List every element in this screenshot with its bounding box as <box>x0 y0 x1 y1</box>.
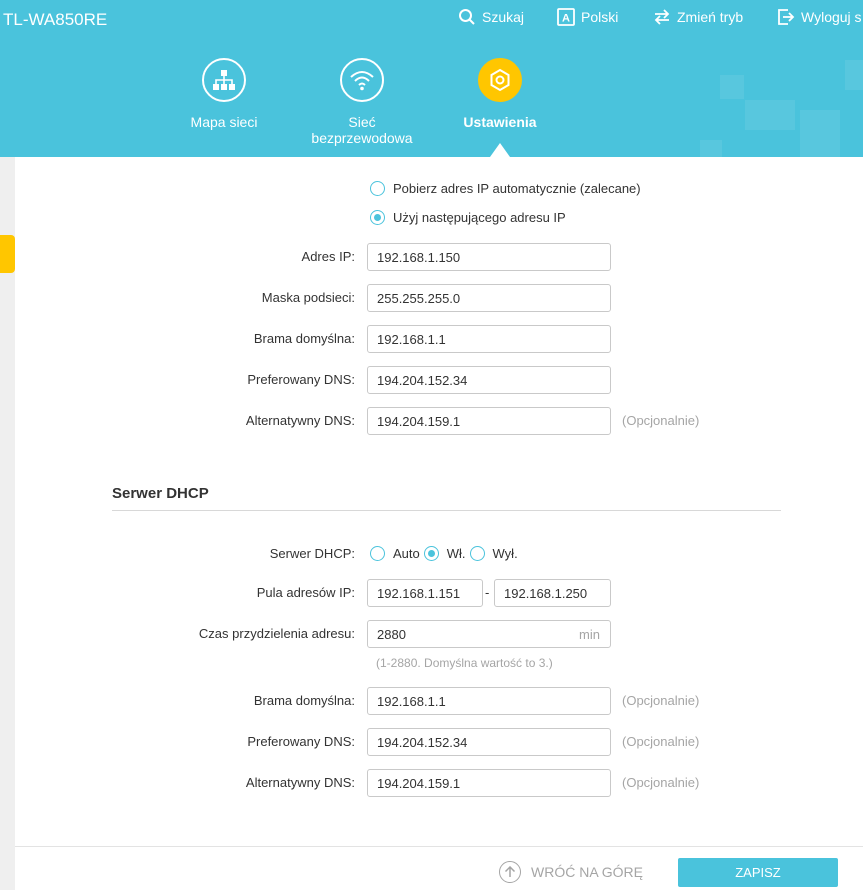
gateway-input[interactable]: 192.168.1.1 <box>367 325 611 353</box>
switch-mode-label: Zmień tryb <box>677 9 744 25</box>
dhcp-off-label: Wył. <box>492 546 518 561</box>
dhcp-alternate-dns-label: Alternatywny DNS: <box>245 775 355 790</box>
active-tab-indicator <box>490 143 510 157</box>
search-label: Szukaj <box>482 9 525 25</box>
alternate-dns-optional: (Opcjonalnie) <box>622 413 700 428</box>
nav-wireless-label: Sieć bezprzewodowa <box>311 114 413 146</box>
search-icon <box>459 9 475 25</box>
preferred-dns-label: Preferowany DNS: <box>247 372 355 387</box>
settings-panel: Pobierz adres IP automatycznie (zalecane… <box>15 157 863 890</box>
lease-time-unit: min <box>579 627 600 642</box>
switch-mode-button[interactable]: Zmień tryb <box>653 8 743 26</box>
lease-time-row: Czas przydzielenia adresu: 2880 min <box>15 620 863 648</box>
gateway-label: Brama domyślna: <box>253 331 355 346</box>
language-button[interactable]: A Polski <box>557 8 618 26</box>
subnet-mask-input[interactable]: 255.255.255.0 <box>367 284 611 312</box>
search-button[interactable]: Szukaj <box>458 8 524 26</box>
nav-wireless[interactable]: Sieć bezprzewodowa <box>297 58 427 146</box>
settings-gear-icon <box>490 68 510 92</box>
subnet-mask-row: Maska podsieci: 255.255.255.0 <box>15 284 863 312</box>
network-map-icon <box>213 70 235 90</box>
logout-label: Wyloguj s <box>801 9 862 25</box>
dhcp-on-label: Wł. <box>446 546 466 561</box>
dhcp-alternate-dns-optional: (Opcjonalnie) <box>622 775 700 790</box>
ip-pool-row: Pula adresów IP: 192.168.1.151 - 192.168… <box>15 579 863 607</box>
dhcp-preferred-dns-label: Preferowany DNS: <box>247 734 355 749</box>
dhcp-off-radio[interactable] <box>469 546 485 561</box>
dhcp-auto-label: Auto <box>393 546 420 561</box>
ip-pool-label: Pula adresów IP: <box>256 585 355 600</box>
header: TL-WA850RE Szukaj A Polski Zmień tryb Wy… <box>0 0 863 157</box>
dhcp-on-radio[interactable] <box>423 546 439 561</box>
dhcp-gateway-input[interactable]: 192.168.1.1 <box>367 687 611 715</box>
lease-time-input[interactable]: 2880 min <box>367 620 611 648</box>
ip-manual-radio[interactable] <box>370 210 385 225</box>
preferred-dns-row: Preferowany DNS: 194.204.152.34 <box>15 366 863 394</box>
alternate-dns-input[interactable]: 194.204.159.1 <box>367 407 611 435</box>
svg-text:A: A <box>562 13 570 25</box>
dhcp-alternate-dns-input[interactable]: 194.204.159.1 <box>367 769 611 797</box>
ip-manual-option[interactable]: Użyj następującego adresu IP <box>370 210 566 225</box>
switch-mode-icon <box>654 9 670 25</box>
dhcp-mode-options: Auto Wł. Wył. <box>370 546 518 561</box>
arrow-up-icon <box>499 861 521 883</box>
dhcp-server-row: Serwer DHCP: Auto Wł. Wył. <box>15 540 863 568</box>
preferred-dns-input[interactable]: 194.204.152.34 <box>367 366 611 394</box>
lease-time-value: 2880 <box>377 627 406 642</box>
sidebar-toggle-tab[interactable] <box>0 235 15 273</box>
wifi-icon <box>350 71 374 91</box>
ip-auto-radio[interactable] <box>370 181 385 196</box>
dhcp-auto-radio[interactable] <box>370 546 385 561</box>
nav-settings-label: Ustawienia <box>463 114 537 130</box>
section-divider <box>112 510 781 511</box>
device-model: TL-WA850RE <box>3 10 108 29</box>
dhcp-preferred-dns-optional: (Opcjonalnie) <box>622 734 700 749</box>
dhcp-preferred-dns-row: Preferowany DNS: 194.204.152.34 (Opcjona… <box>15 728 863 756</box>
dhcp-section-title: Serwer DHCP <box>112 485 209 502</box>
lease-time-label: Czas przydzielenia adresu: <box>198 626 355 641</box>
dhcp-gateway-row: Brama domyślna: 192.168.1.1 (Opcjonalnie… <box>15 687 863 715</box>
ip-auto-option[interactable]: Pobierz adres IP automatycznie (zalecane… <box>370 181 641 196</box>
ip-address-input[interactable]: 192.168.1.150 <box>367 243 611 271</box>
nav-settings[interactable]: Ustawienia <box>435 58 565 130</box>
ip-pool-start-input[interactable]: 192.168.1.151 <box>367 579 483 607</box>
ip-pool-end-input[interactable]: 192.168.1.250 <box>494 579 611 607</box>
ip-manual-label: Użyj następującego adresu IP <box>393 210 566 225</box>
lease-time-hint: (1-2880. Domyślna wartość to 3.) <box>376 656 553 670</box>
gateway-row: Brama domyślna: 192.168.1.1 <box>15 325 863 353</box>
ip-auto-label: Pobierz adres IP automatycznie (zalecane… <box>393 181 641 196</box>
language-label: Polski <box>581 9 619 25</box>
save-button[interactable]: ZAPISZ <box>678 858 838 887</box>
language-icon: A <box>557 8 575 26</box>
logout-button[interactable]: Wyloguj s <box>777 8 862 26</box>
back-to-top-button[interactable]: WRÓĆ NA GÓRĘ <box>499 861 643 883</box>
dhcp-gateway-optional: (Opcjonalnie) <box>622 693 700 708</box>
nav-network-map-label: Mapa sieci <box>190 114 258 130</box>
logout-icon <box>778 9 795 25</box>
alternate-dns-row: Alternatywny DNS: 194.204.159.1 (Opcjona… <box>15 407 863 435</box>
dhcp-alternate-dns-row: Alternatywny DNS: 194.204.159.1 (Opcjona… <box>15 769 863 797</box>
nav-network-map[interactable]: Mapa sieci <box>159 58 289 130</box>
alternate-dns-label: Alternatywny DNS: <box>245 413 355 428</box>
dhcp-preferred-dns-input[interactable]: 194.204.152.34 <box>367 728 611 756</box>
ip-pool-separator: - <box>485 585 490 600</box>
footer-bar: WRÓĆ NA GÓRĘ ZAPISZ <box>15 846 863 890</box>
dhcp-server-label: Serwer DHCP: <box>269 546 355 561</box>
subnet-mask-label: Maska podsieci: <box>261 290 355 305</box>
ip-address-label: Adres IP: <box>301 249 355 264</box>
back-to-top-label: WRÓĆ NA GÓRĘ <box>531 864 644 880</box>
dhcp-gateway-label: Brama domyślna: <box>253 693 355 708</box>
ip-address-row: Adres IP: 192.168.1.150 <box>15 243 863 271</box>
